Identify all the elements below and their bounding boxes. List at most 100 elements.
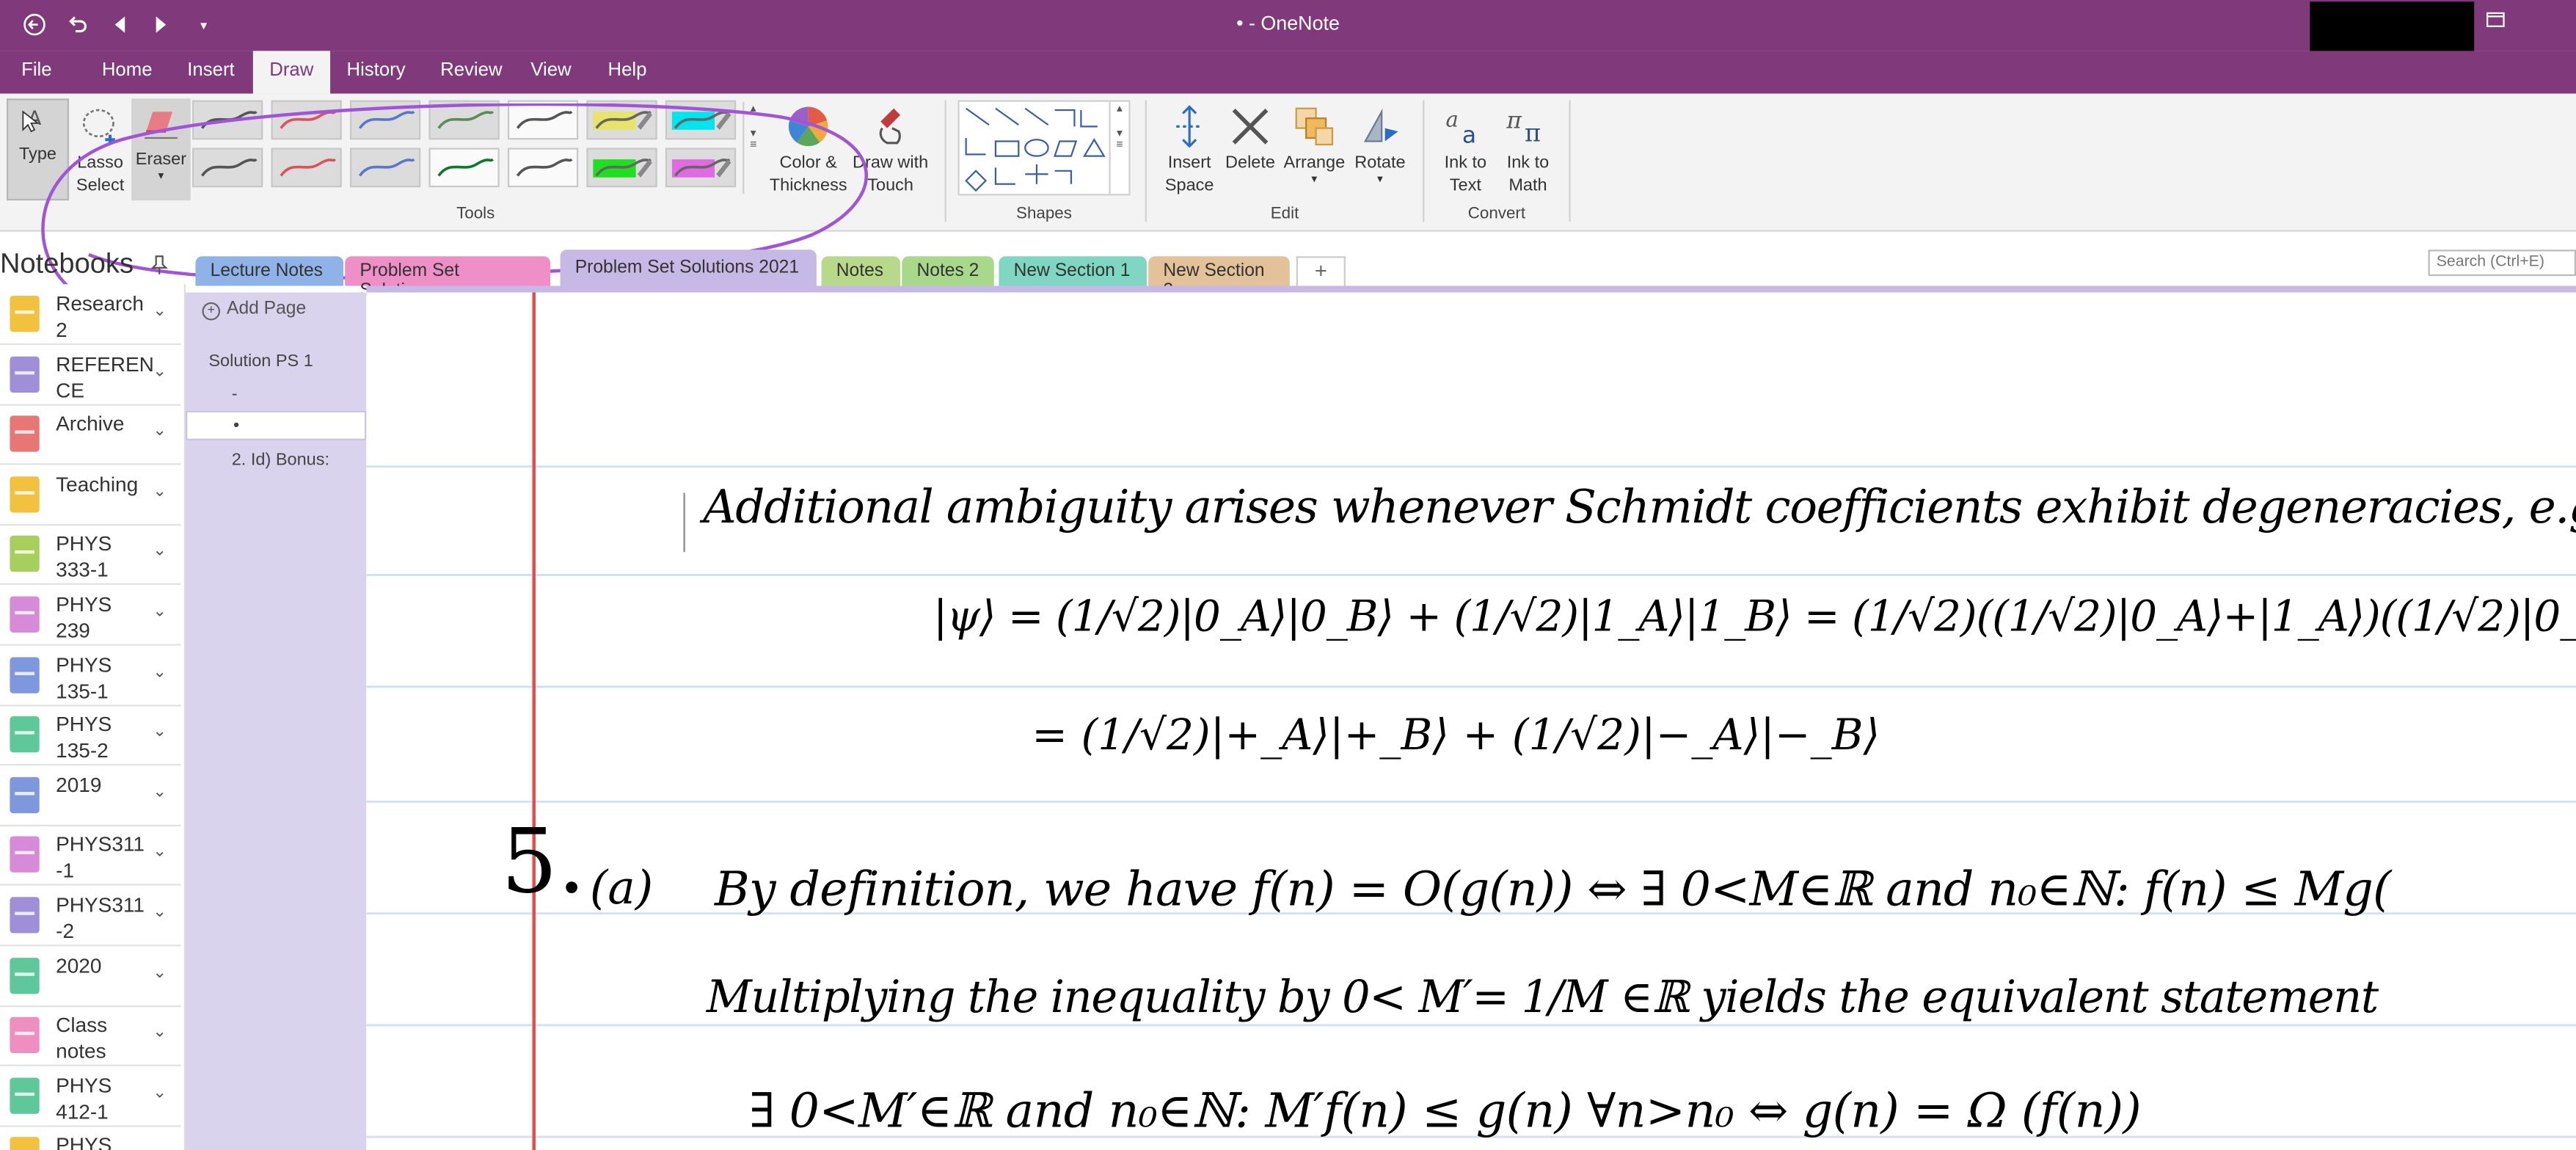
chevron-down-icon[interactable]: ⌄ xyxy=(153,1084,167,1102)
page-item-selected[interactable]: • xyxy=(186,410,367,440)
notebook-item[interactable]: PHYS 239 ⌄ xyxy=(0,585,181,646)
notebook-icon xyxy=(10,415,40,453)
title-bar: ▾ • - OneNote xyxy=(0,0,2576,53)
search-input[interactable]: Search (Ctrl+E) xyxy=(2428,250,2576,277)
handwritten-line[interactable]: ∃ 0<M′∈ℝ and n₀∈ℕ: M′f(n) ≤ g(n) ∀n>n₀ ⇔… xyxy=(749,1082,2142,1138)
section-color-bar xyxy=(366,285,2576,293)
tab-help[interactable]: Help xyxy=(608,61,647,81)
account-area[interactable] xyxy=(2310,1,2475,53)
ink-to-text-label: Ink to Text xyxy=(1444,153,1487,196)
notebook-icon xyxy=(10,295,40,332)
tab-review[interactable]: Review xyxy=(440,61,502,81)
tab-draw[interactable]: Draw xyxy=(252,51,330,94)
rotate-dropdown-icon[interactable]: ▾ xyxy=(1349,174,1411,187)
section-tab[interactable]: New Section 2 xyxy=(1148,256,1290,301)
section-tab-label: Lecture Notes xyxy=(210,261,323,281)
handwritten-equation[interactable]: = (1/√2)|+_A⟩|+_B⟩ + (1/√2)|−_A⟩|−_B⟩ xyxy=(1032,711,1880,760)
notebook-name: Archive xyxy=(56,412,125,436)
tab-insert[interactable]: Insert xyxy=(187,61,234,81)
delete-x-icon xyxy=(1232,109,1269,145)
note-canvas[interactable]: Additional ambiguity arises whenever Sch… xyxy=(366,292,2576,1150)
chevron-down-icon[interactable]: ⌄ xyxy=(153,843,167,862)
chevron-down-icon[interactable]: ⌄ xyxy=(153,723,167,741)
section-tab[interactable]: Notes 2 xyxy=(902,256,994,286)
notebook-icon xyxy=(10,476,40,512)
ribbon-tabs: File Home Insert Draw History Review Vie… xyxy=(0,51,2576,94)
notebook-list: Research 2 ⌄ REFEREN CE ⌄ Archive ⌄ Teaching ⌄ P… xyxy=(0,284,186,1150)
handwritten-line[interactable]: By definition, we have f(n) = O(g(n)) ⇔ … xyxy=(715,861,2391,917)
chevron-down-icon[interactable]: ⌄ xyxy=(153,423,167,441)
chevron-down-icon[interactable]: ⌄ xyxy=(153,543,167,561)
notebook-icon xyxy=(10,837,40,873)
delete-label: Delete xyxy=(1225,153,1276,173)
notebook-icon xyxy=(10,776,40,813)
arrange-button[interactable]: Arrange ▾ xyxy=(1282,105,1348,187)
add-section-button[interactable]: + xyxy=(1296,256,1346,286)
problem-part[interactable]: (a) xyxy=(590,861,653,915)
notebook-item[interactable]: PHYS 135-2 ⌄ xyxy=(0,705,181,766)
section-tab[interactable]: Notes xyxy=(821,256,901,286)
notebook-item[interactable]: PHYS311 -2 ⌄ xyxy=(0,886,181,947)
notebook-item[interactable]: 2020 ⌄ xyxy=(0,946,181,1007)
delete-button[interactable]: Delete xyxy=(1221,105,1280,174)
notebook-icon xyxy=(10,957,40,994)
tab-history[interactable]: History xyxy=(346,61,405,81)
separator xyxy=(1423,100,1425,222)
handwritten-equation[interactable]: |ψ⟩ = (1/√2)|0_A⟩|0_B⟩ + (1/√2)|1_A⟩|1_B… xyxy=(933,593,2576,642)
chevron-down-icon[interactable]: ⌄ xyxy=(153,903,167,922)
restore-icon[interactable] xyxy=(2486,10,2506,32)
page-item[interactable]: Solution PS 1 xyxy=(186,352,390,371)
tab-home[interactable]: Home xyxy=(102,61,153,81)
problem-number[interactable]: 5. xyxy=(501,810,585,914)
chevron-down-icon[interactable]: ⌄ xyxy=(153,603,167,622)
ink-to-text-button[interactable]: aa Ink to Text xyxy=(1433,105,1499,197)
section-tab[interactable]: Problem Set Solutions xyxy=(345,256,551,301)
notebook-name: PHYS311 -2 xyxy=(56,893,145,943)
chevron-down-icon[interactable]: ⌄ xyxy=(153,363,167,381)
notebook-icon xyxy=(10,897,40,934)
chevron-down-icon[interactable]: ⌄ xyxy=(153,302,167,321)
add-page-icon: + xyxy=(202,302,221,321)
chevron-down-icon[interactable]: ⌄ xyxy=(153,783,167,801)
notebook-icon xyxy=(10,1017,40,1054)
chevron-down-icon[interactable]: ⌄ xyxy=(153,964,167,982)
insert-space-button[interactable]: Insert Space xyxy=(1156,105,1222,197)
rotate-button[interactable]: Rotate ▾ xyxy=(1349,105,1411,187)
notebook-item[interactable]: 2019 ⌄ xyxy=(0,765,181,826)
separator xyxy=(1569,100,1571,222)
handwritten-line[interactable]: Multiplying the inequality by 0< M′= 1/M… xyxy=(707,972,2379,1023)
notebook-item[interactable]: PHYS 412-1 ⌄ xyxy=(0,1066,181,1127)
notebook-item[interactable]: REFEREN CE ⌄ xyxy=(0,344,181,406)
section-tab[interactable]: New Section 1 xyxy=(999,256,1147,286)
arrange-dropdown-icon[interactable]: ▾ xyxy=(1282,174,1348,187)
notebook-item[interactable]: PHYS 135-1 ⌄ xyxy=(0,645,181,706)
chevron-down-icon[interactable]: ⌄ xyxy=(153,483,167,501)
add-page-button[interactable]: + Add Page xyxy=(202,299,306,321)
notebook-name: PHYS xyxy=(56,1134,112,1150)
notebooks-header[interactable]: Notebooks xyxy=(0,248,134,281)
notebook-name: PHYS 239 xyxy=(56,593,112,643)
section-tab-active[interactable]: Problem Set Solutions 2021 xyxy=(560,250,817,289)
notebook-item[interactable]: Archive ⌄ xyxy=(0,404,181,465)
notebook-item[interactable]: Teaching ⌄ xyxy=(0,465,181,525)
pin-icon[interactable] xyxy=(150,255,168,280)
notebook-item[interactable]: PHYS311 -1 ⌄ xyxy=(0,826,181,887)
section-tabs: Lecture Notes Problem Set Solutions Prob… xyxy=(186,250,2576,301)
notebook-item[interactable]: Research 2 ⌄ xyxy=(0,284,181,346)
notebook-icon xyxy=(10,1137,40,1150)
section-tab[interactable]: Lecture Notes xyxy=(195,256,343,286)
svg-text:a: a xyxy=(1445,106,1458,131)
rotate-icon xyxy=(1363,108,1398,142)
chevron-down-icon[interactable]: ⌄ xyxy=(153,1024,167,1042)
tab-view[interactable]: View xyxy=(530,61,571,81)
ink-to-math-button[interactable]: ππ Ink to Math xyxy=(1497,105,1559,197)
notebook-item[interactable]: PHYS xyxy=(0,1126,180,1150)
shapes-gallery[interactable] xyxy=(957,100,1131,196)
notebook-item[interactable]: Class notes ⌄ xyxy=(0,1005,181,1067)
tab-file[interactable]: File xyxy=(21,61,51,81)
chevron-down-icon[interactable]: ⌄ xyxy=(153,663,167,681)
handwritten-line[interactable]: Additional ambiguity arises whenever Sch… xyxy=(703,480,2576,534)
notebook-name: PHYS 333-1 xyxy=(56,533,112,583)
shapes-scroll[interactable]: ▴ ▾ ≡ xyxy=(1109,101,1128,194)
notebook-item[interactable]: PHYS 333-1 ⌄ xyxy=(0,525,181,586)
